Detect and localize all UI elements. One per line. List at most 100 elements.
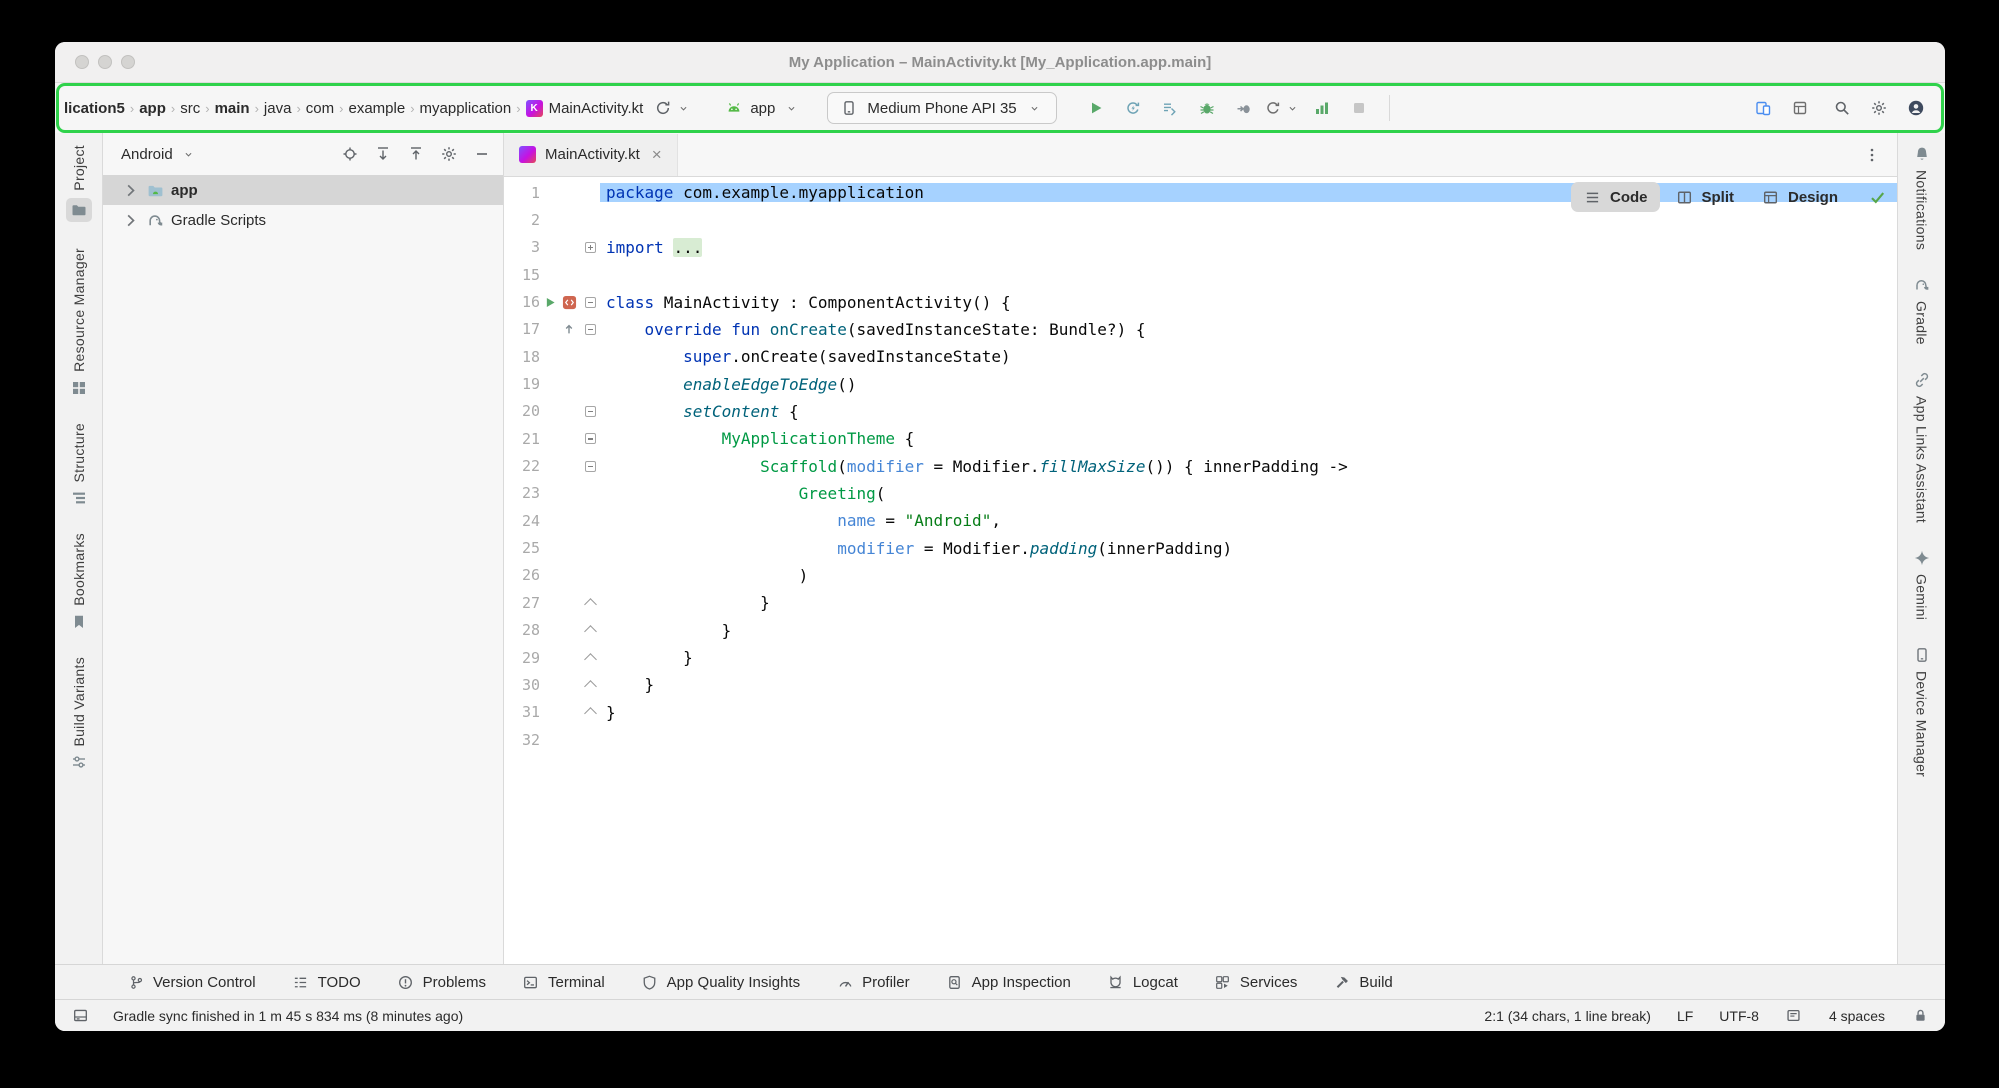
fold-end-marker-icon[interactable] xyxy=(584,680,597,693)
tool-window-button-todo[interactable]: TODO xyxy=(292,973,361,991)
lock-icon[interactable] xyxy=(1911,1007,1929,1025)
code-text[interactable]: ) xyxy=(600,566,1897,585)
apply-code-changes-button[interactable] xyxy=(1153,91,1187,125)
code-text[interactable]: modifier = Modifier.padding(innerPadding… xyxy=(600,539,1897,558)
tool-window-button-logcat[interactable]: Logcat xyxy=(1107,973,1178,991)
tool-window-button-terminal[interactable]: Terminal xyxy=(522,973,605,991)
breadcrumb-item-example[interactable]: example xyxy=(345,98,408,119)
code-text[interactable]: enableEdgeToEdge() xyxy=(600,375,1897,394)
breadcrumb-item-src[interactable]: src xyxy=(177,98,203,119)
line-separator[interactable]: LF xyxy=(1677,1008,1693,1024)
line-number[interactable]: 31 xyxy=(504,703,540,721)
panel-options-button[interactable] xyxy=(440,145,458,163)
inspection-ok-icon[interactable] xyxy=(1868,188,1886,206)
line-number[interactable]: 18 xyxy=(504,348,540,366)
fold-end-marker-icon[interactable] xyxy=(584,653,597,666)
file-encoding[interactable]: UTF-8 xyxy=(1719,1008,1759,1024)
view-mode-design[interactable]: Design xyxy=(1749,182,1851,212)
breadcrumb-item-myapplication[interactable]: myapplication xyxy=(417,98,515,119)
project-view-selector[interactable]: Android xyxy=(121,145,198,163)
fold-marker-icon[interactable] xyxy=(585,324,596,335)
line-number[interactable]: 24 xyxy=(504,512,540,530)
zoom-button[interactable] xyxy=(121,55,135,69)
code-text[interactable]: MyApplicationTheme { xyxy=(600,429,1897,448)
layout-inspector-button[interactable] xyxy=(1783,91,1817,125)
line-number[interactable]: 29 xyxy=(504,649,540,667)
tree-row-gradle-scripts[interactable]: Gradle Scripts xyxy=(103,205,503,235)
expand-all-button[interactable] xyxy=(374,145,392,163)
line-number[interactable]: 17 xyxy=(504,320,540,338)
sync-button[interactable] xyxy=(654,91,692,125)
line-number[interactable]: 25 xyxy=(504,539,540,557)
code-text[interactable]: } xyxy=(600,675,1897,694)
line-number[interactable]: 30 xyxy=(504,676,540,694)
stripe-item-notifications[interactable]: Notifications xyxy=(1913,145,1931,250)
profiler-button[interactable] xyxy=(1264,91,1302,125)
fold-marker-icon[interactable] xyxy=(585,406,596,417)
stop-button[interactable] xyxy=(1342,91,1376,125)
line-number[interactable]: 3 xyxy=(504,238,540,256)
line-number[interactable]: 26 xyxy=(504,566,540,584)
stripe-item-device-manager[interactable]: Device Manager xyxy=(1913,646,1931,777)
tool-window-button-services[interactable]: Services xyxy=(1214,973,1298,991)
profile-app-button[interactable] xyxy=(1305,91,1339,125)
stripe-item-resource-manager[interactable]: Resource Manager xyxy=(70,248,88,397)
settings-button[interactable] xyxy=(1862,91,1896,125)
breadcrumb-item-lication5[interactable]: lication5 xyxy=(61,98,128,119)
line-number[interactable]: 2 xyxy=(504,211,540,229)
line-number[interactable]: 27 xyxy=(504,594,540,612)
stripe-item-bookmarks[interactable]: Bookmarks xyxy=(70,533,88,631)
view-mode-code[interactable]: Code xyxy=(1571,182,1661,212)
apply-changes-button[interactable] xyxy=(1116,91,1150,125)
tool-window-button-build[interactable]: Build xyxy=(1333,973,1392,991)
stripe-item-structure[interactable]: Structure xyxy=(70,423,88,508)
breadcrumb-item-mainactivity-kt[interactable]: KMainActivity.kt xyxy=(523,98,647,119)
code-text[interactable]: Scaffold(modifier = Modifier.fillMaxSize… xyxy=(600,457,1897,476)
tab-mainactivity[interactable]: MainActivity.kt × xyxy=(504,134,678,176)
line-number[interactable]: 28 xyxy=(504,621,540,639)
line-number[interactable]: 23 xyxy=(504,484,540,502)
code-text[interactable]: } xyxy=(600,703,1897,722)
line-number[interactable]: 15 xyxy=(504,266,540,284)
tool-window-button-app-inspection[interactable]: App Inspection xyxy=(946,973,1071,991)
code-text[interactable]: import ... xyxy=(600,238,1897,257)
fold-marker-icon[interactable] xyxy=(585,433,596,444)
editor-options-icon[interactable] xyxy=(1863,146,1897,164)
line-number[interactable]: 20 xyxy=(504,402,540,420)
stripe-item-gemini[interactable]: Gemini xyxy=(1913,549,1931,620)
line-number[interactable]: 19 xyxy=(504,375,540,393)
indent-style[interactable]: 4 spaces xyxy=(1829,1008,1885,1024)
fold-end-marker-icon[interactable] xyxy=(584,707,597,720)
code-text[interactable]: } xyxy=(600,621,1897,640)
code-text[interactable]: } xyxy=(600,648,1897,667)
line-number[interactable]: 1 xyxy=(504,184,540,202)
code-text[interactable]: Greeting( xyxy=(600,484,1897,503)
device-selector[interactable]: Medium Phone API 35 xyxy=(827,92,1056,124)
stripe-item-project[interactable]: Project xyxy=(66,145,92,222)
status-widget-icon[interactable] xyxy=(1785,1007,1803,1025)
line-number[interactable]: 22 xyxy=(504,457,540,475)
close-button[interactable] xyxy=(75,55,89,69)
code-text[interactable]: } xyxy=(600,593,1897,612)
tab-close-icon[interactable]: × xyxy=(652,146,662,163)
breadcrumb-item-java[interactable]: java xyxy=(261,98,295,119)
code-text[interactable]: class MainActivity : ComponentActivity()… xyxy=(600,293,1897,312)
fold-marker-icon[interactable] xyxy=(585,461,596,472)
fold-end-marker-icon[interactable] xyxy=(584,598,597,611)
code-area[interactable]: 1package com.example.myapplication23impo… xyxy=(504,177,1897,964)
tool-window-button-app-quality-insights[interactable]: App Quality Insights xyxy=(641,973,800,991)
line-number[interactable]: 16 xyxy=(504,293,540,311)
hide-panel-button[interactable] xyxy=(473,145,491,163)
tool-window-button-version-control[interactable]: Version Control xyxy=(127,973,256,991)
running-devices-button[interactable] xyxy=(1746,91,1780,125)
line-number[interactable]: 21 xyxy=(504,430,540,448)
run-config-selector[interactable]: app xyxy=(716,94,809,122)
code-text[interactable]: super.onCreate(savedInstanceState) xyxy=(600,347,1897,366)
breadcrumb-item-app[interactable]: app xyxy=(136,98,169,119)
breadcrumb-item-main[interactable]: main xyxy=(212,98,253,119)
tool-window-button-problems[interactable]: Problems xyxy=(397,973,486,991)
code-text[interactable]: setContent { xyxy=(600,402,1897,421)
breadcrumb-item-com[interactable]: com xyxy=(303,98,337,119)
fold-marker-icon[interactable] xyxy=(585,242,596,253)
minimize-button[interactable] xyxy=(98,55,112,69)
